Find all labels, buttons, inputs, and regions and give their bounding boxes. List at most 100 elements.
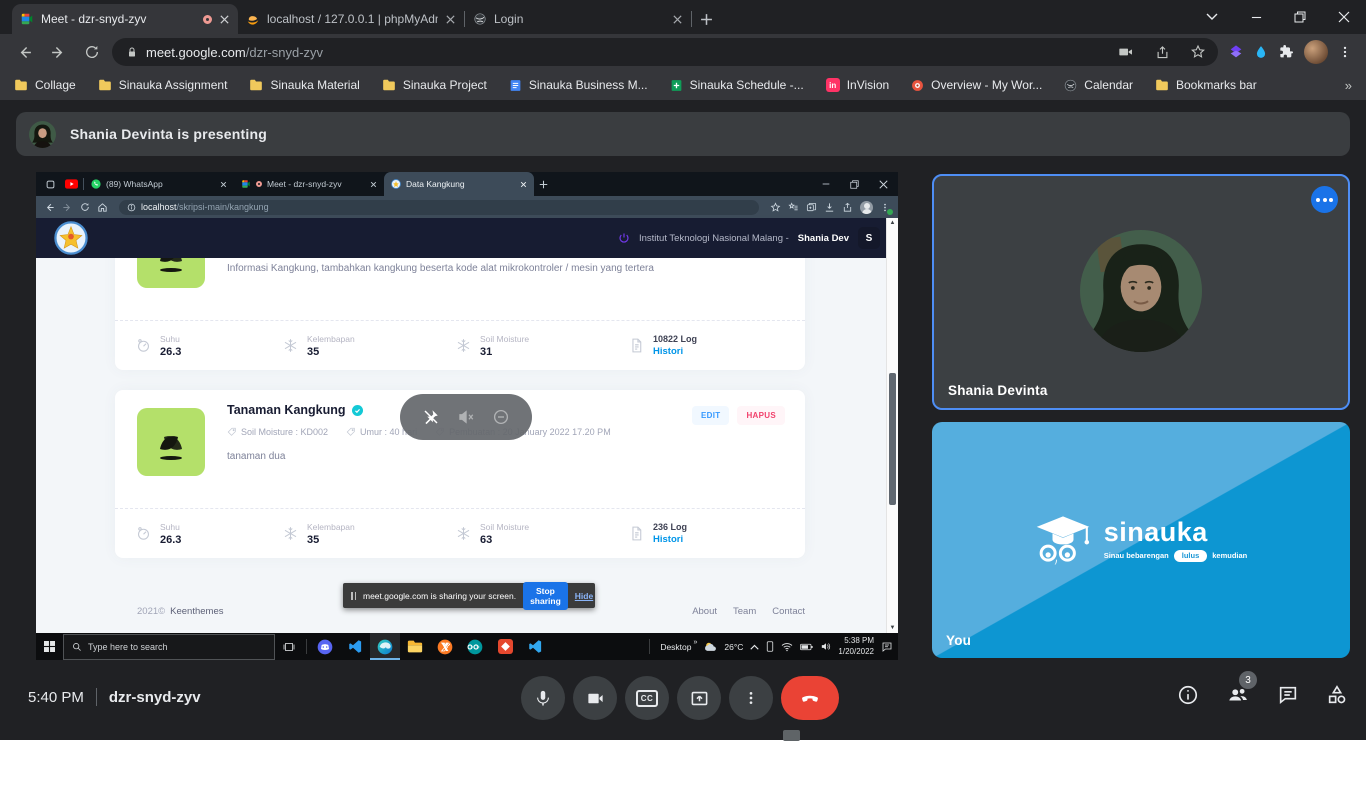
browser-tab-login[interactable]: Login: [465, 4, 691, 34]
footer-link-contact[interactable]: Contact: [772, 606, 805, 617]
minimize-window-icon[interactable]: [1234, 0, 1278, 34]
hide-sharing-bar-link[interactable]: Hide: [575, 591, 593, 601]
phone-link-icon[interactable]: [766, 641, 774, 652]
extension-drop-icon[interactable]: [1254, 44, 1268, 60]
share-icon[interactable]: [1148, 40, 1176, 64]
browser-tab-phpmyadmin[interactable]: localhost / 127.0.0.1 | phpMyAdm: [238, 4, 464, 34]
bookmark-invision[interactable]: inInVision: [826, 78, 889, 92]
bookmark-sinauka-material[interactable]: Sinauka Material: [249, 78, 359, 92]
desktop-toolbar[interactable]: Desktop»: [660, 642, 697, 652]
edge-icon[interactable]: [370, 633, 400, 660]
stop-sharing-button[interactable]: Stop sharing: [523, 582, 568, 610]
tile-menu-button[interactable]: [1311, 186, 1338, 213]
microphone-button[interactable]: [521, 676, 565, 720]
search-input[interactable]: Type here to search: [63, 634, 275, 660]
downloads-icon[interactable]: [824, 202, 835, 213]
delete-button[interactable]: HAPUS: [737, 406, 785, 425]
scanner-app-icon[interactable]: [490, 633, 520, 660]
captions-button[interactable]: CC: [625, 676, 669, 720]
inner-address-bar[interactable]: localhost/skripsi-main/kangkung: [119, 200, 759, 215]
more-options-button[interactable]: [729, 676, 773, 720]
close-tab-icon[interactable]: [520, 181, 527, 188]
end-call-button[interactable]: [781, 676, 839, 720]
bookmark-sinauka-project[interactable]: Sinauka Project: [382, 78, 487, 92]
footer-brand[interactable]: Keenthemes: [170, 606, 223, 617]
scrollbar-thumb[interactable]: [889, 373, 896, 505]
forward-icon[interactable]: [62, 202, 73, 213]
arduino-icon[interactable]: [460, 633, 490, 660]
restore-window-icon[interactable]: [1278, 0, 1322, 34]
unpin-icon[interactable]: [422, 408, 440, 426]
share-icon[interactable]: [842, 202, 853, 213]
vscode-icon[interactable]: [340, 633, 370, 660]
notification-center-icon[interactable]: [881, 641, 893, 653]
back-icon[interactable]: [44, 202, 55, 213]
minimize-window-icon[interactable]: [811, 172, 840, 196]
audio-muted-icon[interactable]: [457, 408, 475, 426]
drag-handle-icon[interactable]: [351, 592, 356, 600]
histori-link[interactable]: Histori: [653, 534, 687, 545]
task-view-icon[interactable]: [275, 633, 303, 660]
user-avatar[interactable]: S: [858, 227, 880, 249]
extension-layers-icon[interactable]: [1228, 44, 1244, 60]
start-button-icon[interactable]: [36, 633, 63, 660]
scroll-down-icon[interactable]: ▼: [887, 625, 898, 631]
file-explorer-icon[interactable]: [400, 633, 430, 660]
close-window-icon[interactable]: [1322, 0, 1366, 34]
inner-tab-data-kangkung[interactable]: Data Kangkung: [384, 172, 534, 196]
bookmarks-overflow-icon[interactable]: »: [1345, 78, 1352, 93]
bookmark-star-icon[interactable]: [1184, 40, 1212, 64]
bookmark-sinauka-assignment[interactable]: Sinauka Assignment: [98, 78, 228, 92]
close-tab-icon[interactable]: [370, 181, 377, 188]
edit-button[interactable]: EDIT: [692, 406, 729, 425]
taskbar-clock[interactable]: 5:38 PM1/20/2022: [838, 636, 874, 657]
activities-icon[interactable]: [1326, 684, 1348, 706]
close-tab-icon[interactable]: [445, 14, 456, 25]
wifi-icon[interactable]: [781, 642, 793, 652]
battery-icon[interactable]: [800, 643, 813, 651]
page-scrollbar[interactable]: ▲ ▼: [886, 218, 898, 633]
present-screen-button[interactable]: [677, 676, 721, 720]
participants-icon[interactable]: 3: [1226, 684, 1250, 706]
bookmark-sinauka-schedule[interactable]: Sinauka Schedule -...: [670, 78, 804, 92]
forward-icon[interactable]: [44, 38, 72, 66]
close-window-icon[interactable]: [869, 172, 898, 196]
bookmark-collage[interactable]: Collage: [14, 78, 76, 92]
profile-avatar[interactable]: [1304, 40, 1328, 64]
browser-tab-meet[interactable]: Meet - dzr-snyd-zyv: [12, 4, 238, 34]
bookmark-calendar[interactable]: Calendar: [1064, 78, 1133, 92]
back-icon[interactable]: [10, 38, 38, 66]
inner-tab-meet[interactable]: Meet - dzr-snyd-zyv: [234, 172, 384, 196]
tab-group-icon[interactable]: [806, 202, 817, 213]
youtube-pinned-icon[interactable]: [60, 172, 83, 196]
home-icon[interactable]: [97, 202, 108, 213]
shared-screen-tile[interactable]: (89) WhatsApp Meet - dzr-snyd-zyv Data K…: [36, 172, 898, 660]
camera-button[interactable]: [573, 676, 617, 720]
scroll-up-icon[interactable]: ▲: [887, 220, 898, 226]
scrollbar-nub[interactable]: [783, 730, 800, 741]
participant-tile-you[interactable]: sinauka Sinau bebarengan lulus kemudian …: [932, 422, 1350, 658]
bookmark-overview[interactable]: Overview - My Wor...: [911, 78, 1042, 92]
extensions-puzzle-icon[interactable]: [1278, 44, 1294, 60]
browser-menu-icon[interactable]: [1338, 44, 1352, 60]
meeting-details-icon[interactable]: [1177, 684, 1199, 706]
footer-link-about[interactable]: About: [692, 606, 717, 617]
bookmark-sinauka-business[interactable]: Sinauka Business M...: [509, 78, 648, 92]
collections-icon[interactable]: [788, 202, 799, 213]
footer-link-team[interactable]: Team: [733, 606, 756, 617]
remove-from-call-icon[interactable]: [492, 408, 510, 426]
vscode-icon-2[interactable]: [520, 633, 550, 660]
participant-tile-shania[interactable]: Shania Devinta: [932, 174, 1350, 410]
close-tab-icon[interactable]: [220, 181, 227, 188]
power-icon[interactable]: [618, 232, 630, 244]
discord-icon[interactable]: [310, 633, 340, 660]
xampp-icon[interactable]: [430, 633, 460, 660]
profile-avatar[interactable]: [860, 201, 873, 214]
tab-search-icon[interactable]: [41, 172, 60, 196]
tray-expand-icon[interactable]: [750, 644, 759, 650]
address-bar[interactable]: meet.google.com/dzr-snyd-zyv: [112, 38, 1218, 66]
camera-in-use-icon[interactable]: [1112, 40, 1140, 64]
volume-icon[interactable]: [820, 641, 831, 652]
new-tab-button[interactable]: [534, 172, 553, 196]
browser-menu-icon[interactable]: [880, 202, 890, 213]
